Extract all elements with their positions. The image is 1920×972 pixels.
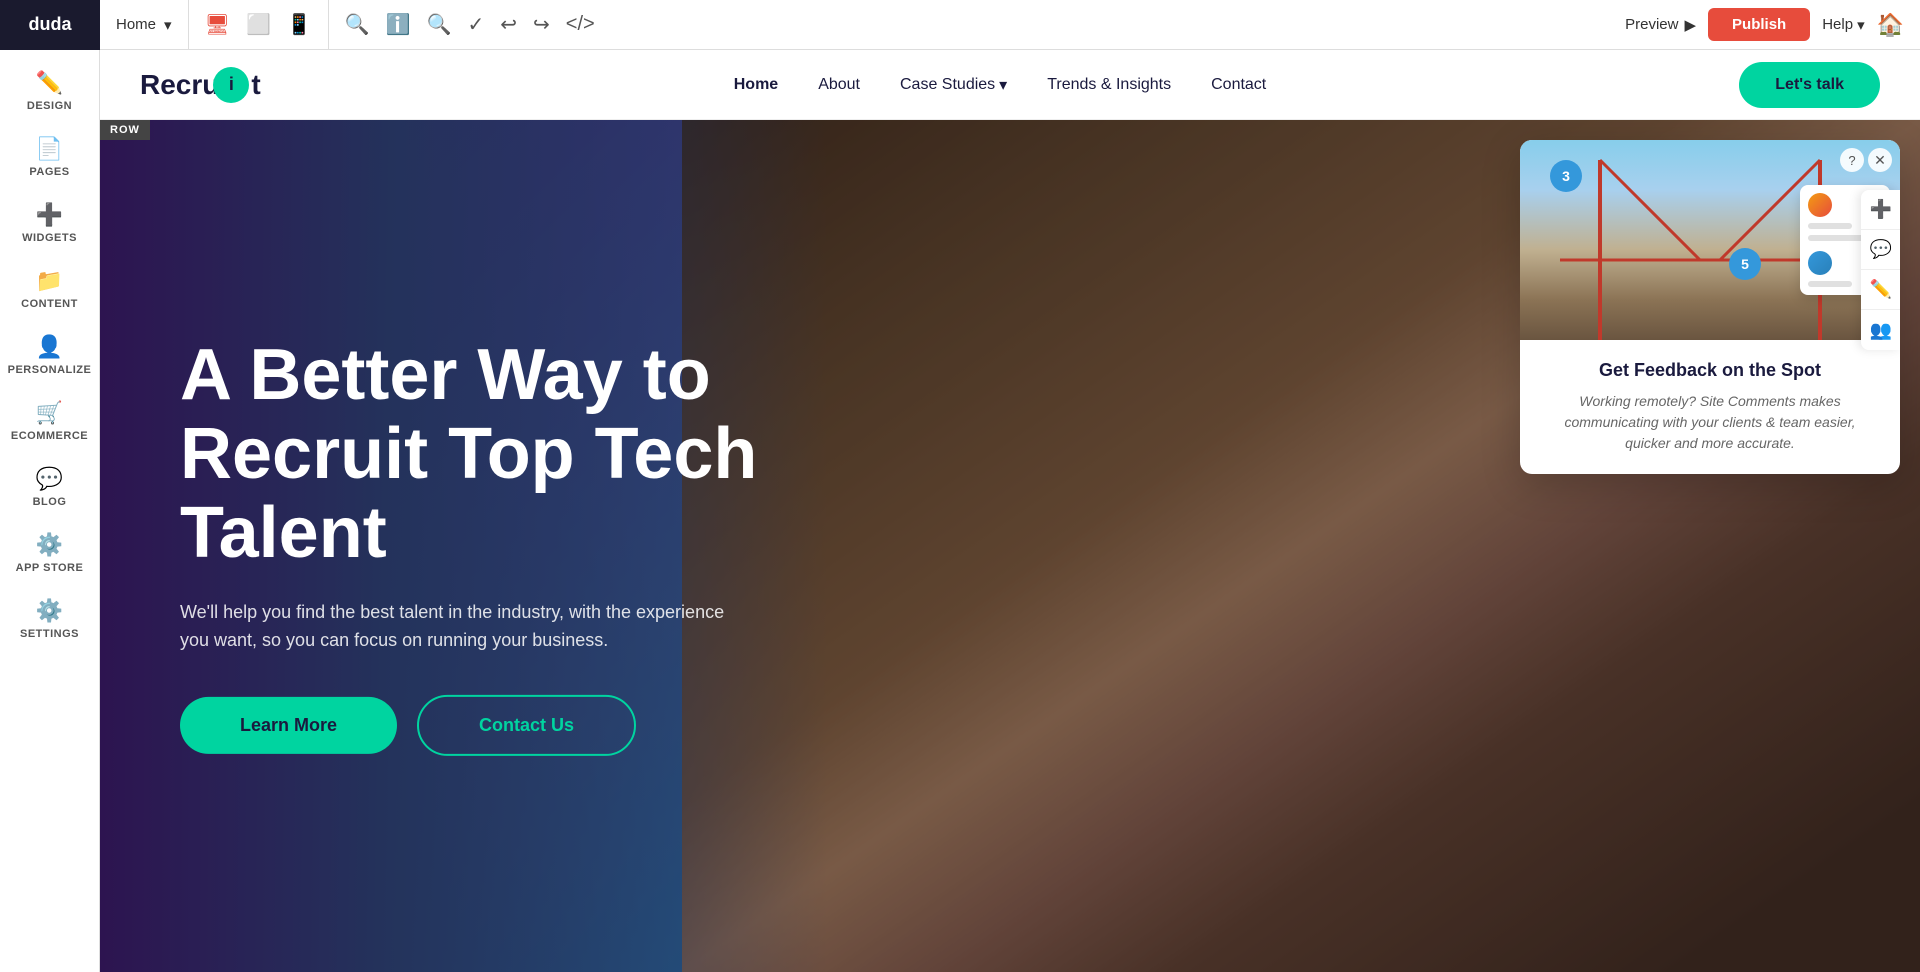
hero-title: A Better Way to Recruit Top Tech Talent <box>180 336 757 574</box>
sidebar-item-label: PERSONALIZE <box>8 364 92 376</box>
hero-section: ROW A Better Way to Recruit Top Tech Tal… <box>100 120 1920 972</box>
design-icon: ✏️ <box>36 70 63 96</box>
learn-more-button[interactable]: Learn More <box>180 697 397 754</box>
current-page: Home <box>116 16 156 33</box>
hero-content: A Better Way to Recruit Top Tech Talent … <box>180 336 757 756</box>
popup-comment-icon[interactable]: 💬 <box>1861 230 1900 270</box>
mobile-icon[interactable]: 📱 <box>287 12 312 37</box>
website-preview: Recru i t Home About Case Studies ▾ Tren… <box>100 50 1920 972</box>
popup-add-icon[interactable]: ➕ <box>1861 190 1900 230</box>
popup-people-icon[interactable]: 👥 <box>1861 310 1900 350</box>
preview-button[interactable]: Preview ▶ <box>1625 16 1696 34</box>
search-icon[interactable]: 🔍 <box>345 12 370 37</box>
logo-text: duda <box>29 14 72 35</box>
widgets-icon: ➕ <box>36 202 63 228</box>
sidebar-item-label: BLOG <box>33 496 67 508</box>
sidebar-item-label: CONTENT <box>21 298 78 310</box>
sidebar-item-settings[interactable]: ⚙️ SETTINGS <box>0 588 99 650</box>
sidebar-item-content[interactable]: 📁 CONTENT <box>0 258 99 320</box>
chevron-down-icon: ▾ <box>999 75 1007 95</box>
hero-subtitle: We'll help you find the best talent in t… <box>180 597 730 655</box>
sidebar-item-label: ECOMMERCE <box>11 430 88 442</box>
tablet-icon[interactable]: ⬜ <box>246 12 271 37</box>
sidebar-item-widgets[interactable]: ➕ WIDGETS <box>0 192 99 254</box>
sidebar-item-design[interactable]: ✏️ DESIGN <box>0 60 99 122</box>
popup-edit-icon[interactable]: ✏️ <box>1861 270 1900 310</box>
sidebar-item-appstore[interactable]: ⚙️ APP STORE <box>0 522 99 584</box>
popup-question-button[interactable]: ? <box>1840 148 1864 172</box>
contact-us-button[interactable]: Contact Us <box>417 695 636 756</box>
sidebar-item-label: DESIGN <box>27 100 72 112</box>
info-icon[interactable]: ℹ️ <box>386 12 411 37</box>
sidebar-item-blog[interactable]: 💬 BLOG <box>0 456 99 518</box>
ecommerce-icon: 🛒 <box>36 400 63 426</box>
pages-icon: 📄 <box>36 136 63 162</box>
site-nav: Home About Case Studies ▾ Trends & Insig… <box>734 75 1267 95</box>
popup-image: 3 5 <box>1520 140 1900 340</box>
popup-description: Working remotely? Site Comments makes co… <box>1544 391 1876 454</box>
toolbar-actions: 🔍 ℹ️ 🔍 ✓ ↩ ↪ </> <box>329 12 1609 37</box>
nav-item-trends[interactable]: Trends & Insights <box>1047 76 1171 94</box>
publish-button[interactable]: Publish <box>1708 8 1810 41</box>
code-icon[interactable]: </> <box>566 13 595 36</box>
main-content: Recru i t Home About Case Studies ▾ Tren… <box>100 50 1920 972</box>
sidebar-item-pages[interactable]: 📄 PAGES <box>0 126 99 188</box>
check-icon[interactable]: ✓ <box>467 12 484 37</box>
undo-icon[interactable]: ↩ <box>500 12 517 37</box>
help-button[interactable]: Help ▾ <box>1822 16 1864 34</box>
popup-body: Get Feedback on the Spot Working remotel… <box>1520 340 1900 474</box>
sidebar: ✏️ DESIGN 📄 PAGES ➕ WIDGETS 📁 CONTENT 👤 … <box>0 50 100 972</box>
redo-icon[interactable]: ↪ <box>533 12 550 37</box>
personalize-icon: 👤 <box>36 334 63 360</box>
strip-line <box>1808 223 1852 229</box>
logo-text: Recru <box>140 69 219 101</box>
play-icon: ▶ <box>1684 16 1696 34</box>
sidebar-item-label: PAGES <box>29 166 69 178</box>
duda-logo[interactable]: duda <box>0 0 100 50</box>
device-switcher: 🖥 ⬜ 📱 <box>189 0 329 49</box>
site-logo[interactable]: Recru i t <box>140 67 261 103</box>
sidebar-item-ecommerce[interactable]: 🛒 ECOMMERCE <box>0 390 99 452</box>
appstore-icon: ⚙️ <box>36 532 63 558</box>
avatar <box>1808 193 1832 217</box>
toolbar: duda Home ▾ 🖥 ⬜ 📱 🔍 ℹ️ 🔍 ✓ ↩ ↪ </> Previ… <box>0 0 1920 50</box>
popup-title: Get Feedback on the Spot <box>1544 360 1876 381</box>
logo-text-end: t <box>251 69 260 101</box>
content-icon: 📁 <box>36 268 63 294</box>
popup-close-button[interactable]: ✕ <box>1868 148 1892 172</box>
nav-item-case-studies[interactable]: Case Studies ▾ <box>900 75 1007 95</box>
avatar <box>1808 251 1832 275</box>
logo-dot: i <box>213 67 249 103</box>
hero-buttons: Learn More Contact Us <box>180 695 757 756</box>
preview-label: Preview <box>1625 16 1678 33</box>
nav-item-contact[interactable]: Contact <box>1211 76 1266 94</box>
popup-badge-3: 3 <box>1550 160 1582 192</box>
sidebar-item-personalize[interactable]: 👤 PERSONALIZE <box>0 324 99 386</box>
site-cta-button[interactable]: Let's talk <box>1739 62 1880 108</box>
site-navbar: Recru i t Home About Case Studies ▾ Tren… <box>100 50 1920 120</box>
zoom-icon[interactable]: 🔍 <box>427 12 452 37</box>
row-badge: ROW <box>100 120 150 140</box>
page-selector[interactable]: Home ▾ <box>100 0 189 49</box>
nav-item-home[interactable]: Home <box>734 76 778 94</box>
popup-badge-5: 5 <box>1729 248 1761 280</box>
home-icon[interactable]: 🏠 <box>1877 12 1904 38</box>
desktop-icon[interactable]: 🖥 <box>205 12 230 37</box>
toolbar-right: Preview ▶ Publish Help ▾ 🏠 <box>1609 8 1920 41</box>
sidebar-item-label: SETTINGS <box>20 628 79 640</box>
blog-icon: 💬 <box>36 466 63 492</box>
chevron-down-icon: ▾ <box>1857 16 1865 34</box>
chevron-down-icon: ▾ <box>164 16 172 34</box>
feedback-popup: ? ✕ 3 <box>1520 140 1900 474</box>
strip-line <box>1808 281 1852 287</box>
popup-side-icons: ➕ 💬 ✏️ 👥 <box>1861 190 1900 350</box>
nav-item-about[interactable]: About <box>818 76 860 94</box>
sidebar-item-label: APP STORE <box>16 562 84 574</box>
sidebar-item-label: WIDGETS <box>22 232 77 244</box>
settings-icon: ⚙️ <box>36 598 63 624</box>
